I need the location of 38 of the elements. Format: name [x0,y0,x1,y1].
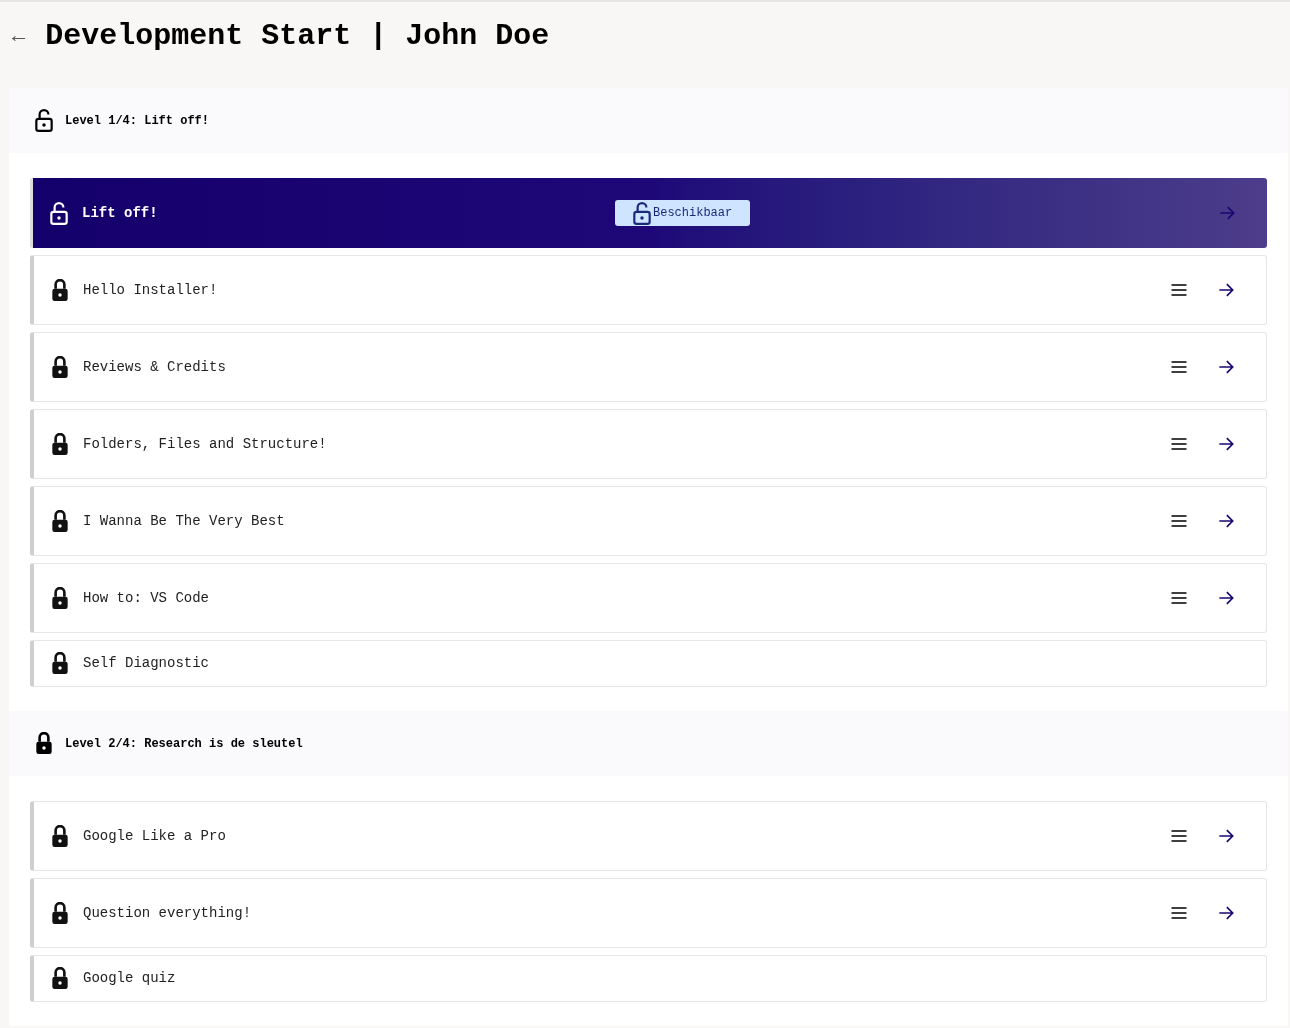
lock-icon [51,355,69,379]
lock-icon [51,586,69,610]
lock-icon [51,967,69,990]
lesson-title: How to: VS Code [83,588,210,608]
lesson-title: Google quiz [83,969,176,988]
lesson-row[interactable]: Self Diagnostic [30,640,1267,687]
lesson-title: Google Like a Pro [83,826,226,846]
lesson-row[interactable]: Google quiz [30,955,1267,1002]
lesson-title: Folders, Files and Structure! [83,434,327,454]
unlock-icon [35,109,53,132]
lesson-title: I Wanna Be The Very Best [83,511,285,531]
lesson-title: Question everything! [83,903,252,923]
lock-icon [51,652,69,675]
lesson-row[interactable]: Folders, Files and Structure! [30,409,1267,479]
lesson-row[interactable]: Google Like a Pro [30,801,1267,871]
badge-label: Beschikbaar [653,205,733,222]
lesson-row[interactable]: Reviews & Credits [30,332,1267,402]
lesson-title: Self Diagnostic [83,654,210,673]
lesson-title: Reviews & Credits [83,357,226,377]
page-title: Development Start | John Doe [45,17,550,55]
lesson-row[interactable]: Hello Installer! [30,255,1267,325]
level-title: Level 1/4: Lift off! [65,112,210,130]
lesson-row[interactable]: Question everything! [30,878,1267,948]
unlock-icon [50,201,68,225]
lock-icon [51,278,69,302]
lesson-row[interactable]: I Wanna Be The Very Best [30,486,1267,556]
lock-icon [35,732,53,755]
unlock-icon [633,201,651,225]
lock-icon [51,509,69,533]
lesson-title: Lift off! [82,203,158,223]
back-button[interactable]: ← [12,19,26,53]
lock-icon [51,824,69,848]
lesson-row[interactable]: How to: VS Code [30,563,1267,633]
lock-icon [51,432,69,456]
level-title: Level 2/4: Research is de sleutel [65,735,303,753]
lock-icon [51,901,69,925]
lesson-row[interactable]: Lift off! Beschikbaar [30,178,1267,248]
lesson-title: Hello Installer! [83,280,218,300]
